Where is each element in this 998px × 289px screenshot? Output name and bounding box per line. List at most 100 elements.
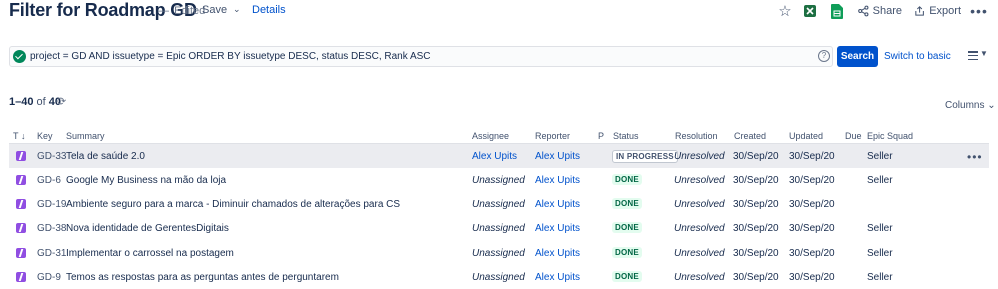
table-row[interactable]: GD-19 Ambiente seguro para a marca - Dim… [9,192,989,216]
epic-icon [16,151,26,161]
excel-icon[interactable] [803,2,817,20]
reporter[interactable]: Alex Upits [535,223,580,234]
issue-key[interactable]: GD-9 [37,272,61,283]
save-button[interactable]: Save [202,4,227,16]
updated-date: 30/Sep/20 [789,151,835,162]
share-icon [858,5,869,17]
column-header-resolution[interactable]: Resolution [675,131,718,141]
google-sheets-icon[interactable] [831,2,843,20]
issue-summary[interactable]: Ambiente seguro para a marca - Diminuir … [66,199,400,210]
row-actions-more-icon[interactable]: ••• [967,150,983,164]
export-button[interactable]: Export [915,2,961,20]
table-row[interactable]: GD-31 Implementar o carrossel na postage… [9,241,989,265]
issue-summary[interactable]: Temos as respostas para as perguntas ant… [66,272,339,283]
edited-label: Edited [174,5,206,17]
column-header-priority[interactable]: P [598,131,604,141]
resolution: Unresolved [674,199,725,210]
more-icon[interactable]: ••• [970,2,988,20]
results-count: 1–40 of 40 [9,96,61,108]
save-options-chevron-icon[interactable]: ⌄ [233,4,241,15]
list-view-icon [968,51,978,62]
share-label: Share [872,5,902,17]
table-row[interactable]: GD-38 Nova identidade de GerentesDigitai… [9,216,989,240]
table-row[interactable]: GD-33 Tela de saúde 2.0 Alex Upits Alex … [9,144,989,168]
column-header-type[interactable]: T [13,131,19,141]
assignee[interactable]: Alex Upits [472,151,517,162]
column-header-status[interactable]: Status [613,131,639,141]
column-header-assignee[interactable]: Assignee [472,131,509,141]
updated-date: 30/Sep/20 [789,199,835,210]
column-header-updated[interactable]: Updated [789,131,823,141]
switch-to-basic-link[interactable]: Switch to basic [884,51,951,62]
valid-query-check-icon [13,50,26,63]
assignee: Unassigned [472,199,525,210]
chevron-down-icon: ▼ [980,49,988,58]
status-badge: DONE [612,247,642,258]
epic-squad: Seller [867,248,893,259]
edited-dash: — [158,5,169,17]
issue-summary[interactable]: Implementar o carrossel na postagem [66,248,234,259]
issue-key[interactable]: GD-31 [37,248,66,259]
status-badge: DONE [612,271,642,282]
created-date: 30/Sep/20 [733,223,779,234]
epic-icon [16,248,26,258]
status-badge: IN PROGRESS [612,150,678,163]
updated-date: 30/Sep/20 [789,272,835,283]
issue-key[interactable]: GD-38 [37,223,66,234]
resolution: Unresolved [674,151,725,162]
resolution: Unresolved [674,272,725,283]
column-header-epic-squad[interactable]: Epic Squad [867,131,913,141]
share-button[interactable]: Share [858,2,902,20]
export-icon [915,6,924,16]
epic-icon [16,175,26,185]
columns-button[interactable]: Columns ⌄ [945,100,996,111]
updated-date: 30/Sep/20 [789,248,835,259]
table-row[interactable]: GD-6 Google My Business na mão da loja U… [9,168,989,192]
column-header-reporter[interactable]: Reporter [535,131,570,141]
results-range: 1–40 [9,96,34,108]
export-label: Export [929,5,961,17]
results-of: of [33,96,49,108]
reporter[interactable]: Alex Upits [535,199,580,210]
created-date: 30/Sep/20 [733,151,779,162]
page-header: Filter for Roadmap GD — Edited Save ⌄ De… [0,0,998,22]
resolution: Unresolved [674,223,725,234]
jql-query-text[interactable]: project = GD AND issuetype = Epic ORDER … [30,51,431,62]
jql-search-input[interactable]: project = GD AND issuetype = Epic ORDER … [9,46,833,67]
help-icon[interactable]: ? [818,50,830,62]
search-button[interactable]: Search [837,46,878,67]
created-date: 30/Sep/20 [733,175,779,186]
epic-squad: Seller [867,223,893,234]
reporter[interactable]: Alex Upits [535,248,580,259]
status-badge: DONE [612,222,642,233]
column-header-summary[interactable]: Summary [66,131,105,141]
issue-key[interactable]: GD-33 [37,151,66,162]
epic-icon [16,223,26,233]
reporter[interactable]: Alex Upits [535,175,580,186]
star-icon[interactable]: ☆ [776,2,794,20]
epic-squad: Seller [867,272,893,283]
refresh-icon[interactable]: ⟳ [57,95,66,108]
status-badge: DONE [612,174,642,185]
assignee: Unassigned [472,248,525,259]
reporter[interactable]: Alex Upits [535,151,580,162]
column-header-key[interactable]: Key [37,131,53,141]
assignee: Unassigned [472,272,525,283]
table-row[interactable]: GD-9 Temos as respostas para as pergunta… [9,265,989,289]
view-options-menu[interactable]: ▼ [968,49,990,63]
issue-summary[interactable]: Nova identidade de GerentesDigitais [66,223,229,234]
column-header-due[interactable]: Due [845,131,862,141]
updated-date: 30/Sep/20 [789,175,835,186]
issue-key[interactable]: GD-19 [37,199,66,210]
column-header-created[interactable]: Created [734,131,766,141]
details-button[interactable]: Details [252,4,286,16]
created-date: 30/Sep/20 [733,248,779,259]
reporter[interactable]: Alex Upits [535,272,580,283]
assignee: Unassigned [472,175,525,186]
issue-key[interactable]: GD-6 [37,175,61,186]
issue-summary[interactable]: Google My Business na mão da loja [66,175,226,186]
issue-summary[interactable]: Tela de saúde 2.0 [66,151,145,162]
assignee: Unassigned [472,223,525,234]
sort-arrow-icon[interactable]: ↓ [21,131,26,141]
updated-date: 30/Sep/20 [789,223,835,234]
